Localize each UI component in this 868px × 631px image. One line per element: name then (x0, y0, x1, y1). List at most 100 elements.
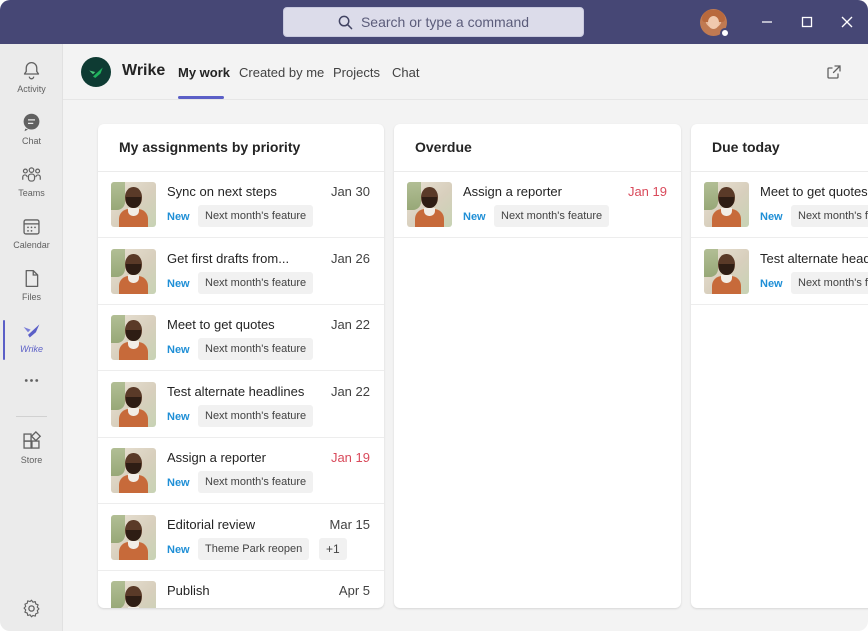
rail-label: Calendar (13, 240, 50, 250)
task-title: Meet to get quotes (167, 317, 275, 332)
wrike-logo (81, 57, 111, 87)
column-title: My assignments by priority (119, 139, 301, 155)
task-row[interactable]: Test alternate headlines New Next month'… (691, 239, 868, 305)
column-due-today: Due today Meet to get quotes New Next mo… (691, 124, 868, 608)
task-row[interactable]: Editorial review Mar 15 New Theme Park r… (98, 505, 384, 571)
teams-icon (22, 167, 41, 182)
search-box[interactable]: Search or type a command (283, 7, 584, 37)
more-dots-icon (24, 379, 39, 382)
task-due-date-overdue: Jan 19 (330, 450, 370, 465)
status-badge: New (167, 278, 190, 290)
project-tag[interactable]: Next month's feature (198, 405, 314, 427)
task-row[interactable]: Publish Apr 5 (98, 571, 384, 608)
task-title: Sync on next steps (167, 184, 277, 199)
rail-item-calendar[interactable]: Calendar (0, 210, 63, 260)
status-badge: New (167, 411, 190, 423)
task-due-date: Mar 15 (329, 517, 370, 532)
task-row[interactable]: Sync on next steps Jan 30 New Next month… (98, 172, 384, 238)
task-title: Editorial review (167, 517, 256, 532)
project-tag[interactable]: Next month's feature (494, 205, 610, 227)
tab-projects[interactable]: Projects (333, 65, 380, 80)
more-tags-badge[interactable]: +1 (319, 538, 347, 560)
task-due-date: Jan 22 (330, 384, 370, 399)
assignee-avatar (111, 382, 156, 427)
calendar-icon (23, 219, 40, 235)
status-badge: New (760, 211, 783, 223)
rail-label: Files (21, 292, 41, 302)
project-tag[interactable]: Next month's feature (198, 205, 314, 227)
app-header: Wrike My work Created by me Projects Cha… (63, 44, 868, 100)
more-apps-button[interactable] (0, 366, 63, 416)
status-badge: New (760, 278, 783, 290)
rail-divider (16, 416, 47, 417)
task-due-date: Jan 26 (330, 251, 370, 266)
task-title: Test alternate headlines (167, 384, 305, 399)
minimize-button[interactable] (757, 12, 777, 32)
tab-chat[interactable]: Chat (392, 65, 419, 80)
task-title: Assign a reporter (167, 450, 266, 465)
wrike-check-icon (23, 324, 40, 338)
project-tag[interactable]: Next month's feature (198, 471, 314, 493)
task-title: Assign a reporter (463, 184, 562, 199)
user-avatar[interactable] (700, 9, 730, 38)
settings-button[interactable] (0, 592, 63, 631)
rail-item-wrike[interactable]: Wrike (0, 314, 63, 364)
maximize-button[interactable] (797, 12, 817, 32)
task-row[interactable]: Get first drafts from... Jan 26 New Next… (98, 239, 384, 305)
assignee-avatar (704, 182, 749, 227)
task-due-date: Jan 30 (330, 184, 370, 199)
task-title: Meet to get quotes (760, 184, 868, 199)
project-tag[interactable]: Next month's feature (198, 338, 314, 360)
rail-label: Chat (21, 136, 41, 146)
status-badge: New (167, 344, 190, 356)
task-due-date: Jan 22 (330, 317, 370, 332)
app-rail: Activity Chat Teams Calendar Files Wrike (0, 44, 63, 631)
title-bar: Search or type a command (0, 0, 868, 44)
task-row[interactable]: Meet to get quotes Jan 22 New Next month… (98, 305, 384, 371)
task-due-date-overdue: Jan 19 (627, 184, 667, 199)
rail-label: Wrike (20, 344, 43, 354)
status-badge: New (167, 211, 190, 223)
bell-icon (23, 61, 40, 80)
project-tag[interactable]: Next month's feature (791, 272, 868, 294)
rail-item-chat[interactable]: Chat (0, 106, 63, 156)
column-overdue: Overdue Assign a reporter Jan 19 New Nex… (394, 124, 681, 608)
teams-window: Search or type a command Activity Chat T… (0, 0, 868, 631)
app-name: Wrike (122, 62, 166, 79)
tab-my-work[interactable]: My work (178, 65, 230, 80)
column-title: Due today (712, 139, 780, 155)
status-badge: New (167, 477, 190, 489)
assignee-avatar (111, 315, 156, 360)
rail-item-activity[interactable]: Activity (0, 54, 63, 104)
column-my-assignments: My assignments by priority Sync on next … (98, 124, 384, 608)
assignee-avatar (111, 448, 156, 493)
task-row[interactable]: Test alternate headlines Jan 22 New Next… (98, 372, 384, 438)
assignee-avatar (111, 515, 156, 560)
popout-button[interactable] (826, 64, 842, 80)
task-row[interactable]: Assign a reporter Jan 19 New Next month'… (394, 172, 681, 238)
close-button[interactable] (837, 12, 857, 32)
minimize-icon (762, 21, 772, 23)
task-title: Get first drafts from... (167, 251, 290, 266)
rail-item-teams[interactable]: Teams (0, 158, 63, 208)
column-title: Overdue (415, 139, 472, 155)
rail-label: Activity (17, 84, 46, 94)
task-row[interactable]: Meet to get quotes New Next month's feat… (691, 172, 868, 238)
rail-label: Store (20, 455, 43, 465)
rail-item-store[interactable]: Store (0, 425, 63, 475)
popout-icon (827, 65, 841, 79)
gear-icon (23, 599, 40, 618)
wrike-logo-check-icon (89, 67, 103, 78)
chat-icon (23, 113, 40, 132)
project-tag[interactable]: Theme Park reopen (198, 538, 310, 560)
rail-item-files[interactable]: Files (0, 262, 63, 312)
assignee-avatar (111, 581, 156, 608)
project-tag[interactable]: Next month's feature (198, 272, 314, 294)
project-tag[interactable]: Next month's feature (791, 205, 868, 227)
search-placeholder: Search or type a command (360, 14, 530, 30)
assignee-avatar (111, 182, 156, 227)
assignee-avatar (407, 182, 452, 227)
task-row[interactable]: Assign a reporter Jan 19 New Next month'… (98, 438, 384, 504)
tab-created-by-me[interactable]: Created by me (239, 65, 324, 80)
close-icon (841, 16, 853, 28)
